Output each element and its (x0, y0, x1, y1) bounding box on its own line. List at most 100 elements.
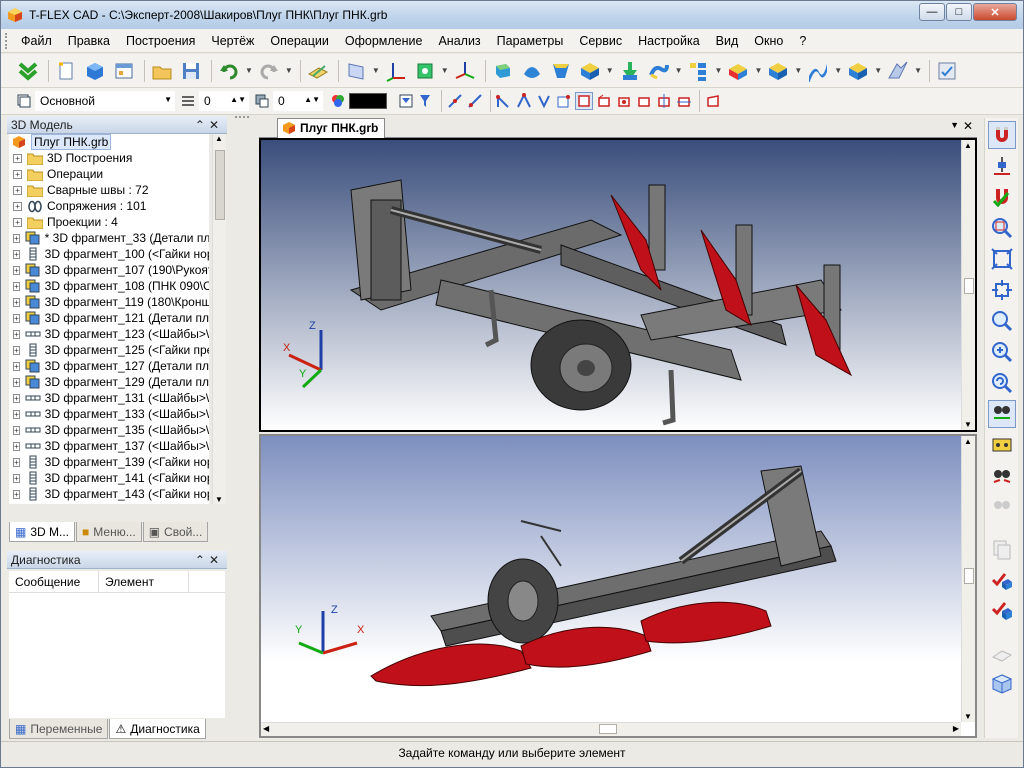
array-icon[interactable] (686, 58, 712, 84)
workplane-icon[interactable] (305, 58, 331, 84)
tree-item[interactable]: +3D фрагмент_108 (ПНК 090\Ст (9, 278, 209, 294)
plow-model-bottom[interactable] (261, 436, 961, 736)
expand-icon[interactable]: + (13, 361, 20, 371)
spiral-icon[interactable] (646, 58, 672, 84)
tree-item[interactable]: + Сопряжения : 101 (9, 198, 209, 214)
snap-center-icon[interactable] (535, 92, 553, 110)
menu-file[interactable]: Файл (13, 29, 60, 53)
tree-item[interactable]: +3D фрагмент_127 (Детали плуг (9, 358, 209, 374)
extrude-icon[interactable] (490, 58, 516, 84)
menu-analysis[interactable]: Анализ (430, 29, 488, 53)
maximize-button[interactable]: □ (946, 3, 972, 21)
tab-list-icon[interactable]: ▼ (950, 120, 959, 130)
close-button[interactable]: ✕ (973, 3, 1017, 21)
vp-top-scroll-down-icon[interactable]: ▼ (964, 420, 972, 429)
menu-edit[interactable]: Правка (60, 29, 118, 53)
open-file-icon[interactable] (149, 58, 175, 84)
tree-item[interactable]: +3D Построения (9, 150, 209, 166)
filter-icon[interactable] (397, 92, 415, 110)
redo-icon[interactable] (256, 58, 282, 84)
tab-menu[interactable]: ■ Меню... (76, 522, 142, 542)
expand-icon[interactable]: + (13, 473, 20, 483)
snap-edge-icon[interactable] (595, 92, 613, 110)
menu-operations[interactable]: Операции (262, 29, 336, 53)
snap-cs-icon[interactable] (675, 92, 693, 110)
pin-icon[interactable]: ⌃ (195, 118, 209, 132)
new-document-icon[interactable] (53, 58, 79, 84)
body-icon[interactable] (577, 58, 603, 84)
tree-item[interactable]: +3D фрагмент_100 (<Гайки норм (9, 246, 209, 262)
copy-disabled-icon[interactable] (988, 535, 1016, 563)
scroll-up-icon[interactable]: ▲ (215, 134, 223, 143)
body-dropdown-icon[interactable]: ▼ (606, 66, 614, 75)
3d-view-cube-icon[interactable] (988, 670, 1016, 698)
tree-item[interactable]: + * 3D фрагмент_33 (Детали плуг (9, 230, 209, 246)
zoom-icon[interactable] (988, 307, 1016, 335)
double-chevron-icon[interactable] (15, 58, 41, 84)
viewport-top-scrollbar[interactable]: ▲ ▼ (961, 140, 975, 430)
title-bar[interactable]: T-FLEX CAD - С:\Эксперт-2008\Шакиров\Плу… (1, 1, 1023, 29)
vp-scroll-left-icon[interactable]: ◀ (263, 724, 269, 733)
expand-icon[interactable]: + (13, 265, 20, 275)
undo-dropdown-icon[interactable]: ▼ (245, 66, 253, 75)
magnet-check-icon[interactable] (988, 183, 1016, 211)
expand-icon[interactable]: + (13, 329, 20, 339)
expand-icon[interactable]: + (13, 153, 22, 163)
plow-model-top[interactable] (261, 140, 961, 430)
thread-dropdown-icon[interactable]: ▼ (914, 66, 922, 75)
spiral-dropdown-icon[interactable]: ▼ (675, 66, 683, 75)
model-tree[interactable]: Плуг ПНК.grb +3D Построения + Операции + Сва… (9, 134, 209, 504)
tree-scrollbar[interactable]: ▲ ▼ (212, 134, 226, 504)
tab-properties[interactable]: ▣ Свой... (142, 522, 209, 542)
document-close-icon[interactable]: ✕ (963, 119, 973, 133)
rotate-view-icon[interactable] (988, 400, 1016, 428)
chamfer-icon[interactable] (765, 58, 791, 84)
snap-midpoint-icon[interactable] (515, 92, 533, 110)
tree-item[interactable]: +3D фрагмент_137 (<Шайбы>\Ша (9, 438, 209, 454)
surface-dropdown-icon[interactable]: ▼ (834, 66, 842, 75)
check-interference-icon[interactable] (988, 597, 1016, 625)
tab-3d-model[interactable]: ▦ 3D М... (9, 522, 76, 542)
snap-face-icon[interactable] (575, 92, 593, 110)
tree-item[interactable]: +3D фрагмент_131 (<Шайбы>\Ша (9, 390, 209, 406)
menu-view[interactable]: Вид (708, 29, 747, 53)
expand-icon[interactable]: + (13, 441, 20, 451)
vp-scroll-right-icon[interactable]: ▶ (953, 724, 959, 733)
expand-icon[interactable]: + (13, 169, 22, 179)
sheet-metal-dropdown-icon[interactable]: ▼ (874, 66, 882, 75)
snap-end-icon[interactable] (466, 92, 484, 110)
tree-item[interactable]: +3D фрагмент_133 (<Шайбы>\Ша (9, 406, 209, 422)
properties-icon[interactable] (934, 58, 960, 84)
expand-icon[interactable]: + (13, 409, 20, 419)
plane-dropdown-icon[interactable]: ▼ (372, 66, 380, 75)
menu-service[interactable]: Сервис (571, 29, 630, 53)
zoom-all-icon[interactable] (988, 245, 1016, 273)
viewport-bottom[interactable]: Z X Y ▲ ▼ ◀ ▶ (259, 434, 977, 738)
thread-icon[interactable] (885, 58, 911, 84)
check-body-icon[interactable] (988, 566, 1016, 594)
tree-item[interactable]: +3D фрагмент_135 (<Шайбы>\Ша (9, 422, 209, 438)
new-3d-model-icon[interactable] (82, 58, 108, 84)
tree-item[interactable]: +3D фрагмент_143 (<Гайки норм (9, 486, 209, 502)
tree-item[interactable]: + Операции (9, 166, 209, 182)
line-type-spinner[interactable]: 0 ▲▼ (199, 91, 249, 111)
pin-point-icon[interactable] (988, 152, 1016, 180)
snap-axis-icon[interactable] (655, 92, 673, 110)
menu-help[interactable]: ? (791, 29, 814, 53)
snap-loop-icon[interactable] (635, 92, 653, 110)
expand-icon[interactable]: + (13, 345, 20, 355)
expand-icon[interactable]: + (13, 233, 20, 243)
filter-reset-icon[interactable] (704, 92, 722, 110)
layer-combobox[interactable]: Основной ▼ (35, 91, 175, 111)
profile-dropdown-icon[interactable]: ▼ (441, 66, 449, 75)
tree-item[interactable]: +3D фрагмент_121 (Детали плуг (9, 310, 209, 326)
menu-grip[interactable] (5, 33, 8, 49)
sheet-metal-icon[interactable] (845, 58, 871, 84)
diag-col-element[interactable]: Элемент (99, 571, 189, 592)
view-disabled-icon[interactable] (988, 493, 1016, 521)
diag-pin-icon[interactable]: ⌃ (195, 553, 209, 567)
vp-bottom-scroll-down-icon[interactable]: ▼ (964, 712, 972, 721)
expand-icon[interactable]: + (13, 393, 20, 403)
tree-item[interactable]: + Сварные швы : 72 (9, 182, 209, 198)
expand-icon[interactable]: + (13, 457, 20, 467)
